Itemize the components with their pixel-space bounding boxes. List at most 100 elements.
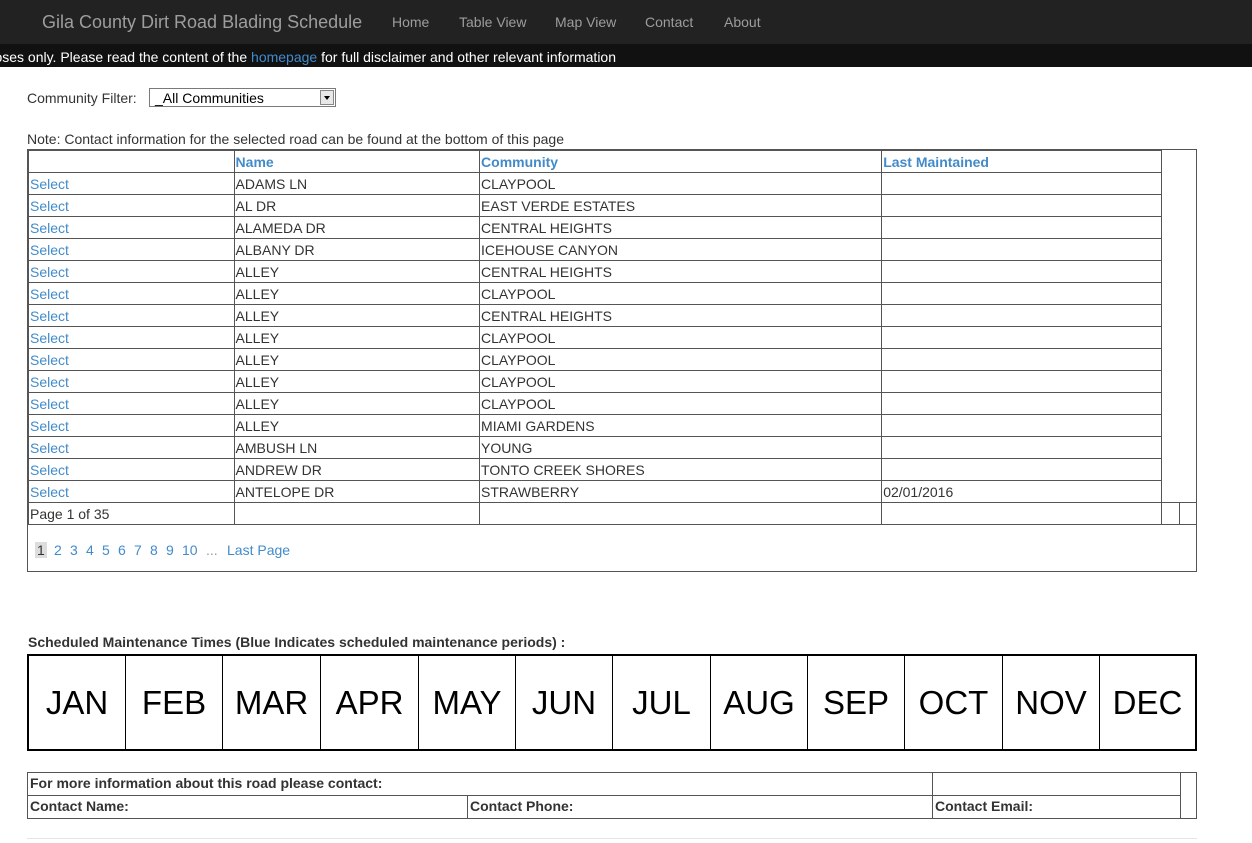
select-link-cell: Select xyxy=(28,370,235,393)
pager-page-5[interactable]: 5 xyxy=(102,542,110,558)
road-community-cell: CLAYPOOL xyxy=(479,392,883,415)
road-name: ALLEY xyxy=(235,417,280,434)
road-community-cell: CENTRAL HEIGHTS xyxy=(479,260,883,283)
select-link[interactable]: Select xyxy=(30,330,69,346)
row-spacer xyxy=(1160,260,1180,283)
select-link[interactable]: Select xyxy=(30,242,69,258)
row-spacer xyxy=(1160,392,1180,415)
header-community[interactable]: Community xyxy=(479,150,883,173)
select-link-cell: Select xyxy=(28,392,235,415)
road-name: ALLEY xyxy=(235,285,280,302)
nav-link-table-view[interactable]: Table View xyxy=(459,14,526,30)
pager-page-2[interactable]: 2 xyxy=(54,542,62,558)
road-name: ANTELOPE DR xyxy=(235,483,335,500)
road-community-cell: CLAYPOOL xyxy=(479,172,883,195)
select-link-cell: Select xyxy=(28,348,235,371)
road-name: ALLEY xyxy=(235,263,280,280)
nav-link-contact[interactable]: Contact xyxy=(645,14,693,30)
road-last-maintained-cell xyxy=(881,326,1162,349)
select-link[interactable]: Select xyxy=(30,286,69,302)
select-link[interactable]: Select xyxy=(30,462,69,478)
road-last-maintained-cell xyxy=(881,238,1162,261)
road-community-cell: CENTRAL HEIGHTS xyxy=(479,304,883,327)
community-filter-select[interactable]: _All Communities xyxy=(149,88,336,107)
month-nov: NOV xyxy=(1003,656,1100,749)
contact-email-label: Contact Email: xyxy=(932,795,1181,819)
roads-grid: Name Community Last Maintained Select ADA… xyxy=(27,149,1197,572)
road-name-cell: ALLEY xyxy=(233,370,481,393)
month-mar: MAR xyxy=(223,656,321,749)
road-name: ALAMEDA DR xyxy=(235,219,326,236)
navbar-brand[interactable]: Gila County Dirt Road Blading Schedule xyxy=(42,12,362,33)
road-community: ICEHOUSE CANYON xyxy=(481,241,618,258)
pager-page-10[interactable]: 10 xyxy=(182,542,198,558)
table-row: Select ANTELOPE DR STRAWBERRY 02/01/2016 xyxy=(28,480,1197,503)
month-jul: JUL xyxy=(613,656,711,749)
select-link[interactable]: Select xyxy=(30,176,69,192)
nav-link-home[interactable]: Home xyxy=(392,14,429,30)
road-community: CLAYPOOL xyxy=(481,395,556,412)
row-spacer xyxy=(1179,393,1196,415)
pager-page-8[interactable]: 8 xyxy=(150,542,158,558)
road-name-cell: ALLEY xyxy=(233,348,481,371)
road-last-maintained-cell xyxy=(881,282,1162,305)
select-link[interactable]: Select xyxy=(30,396,69,412)
row-spacer xyxy=(1179,437,1196,459)
row-spacer xyxy=(1160,348,1180,371)
road-name: ALLEY xyxy=(235,373,280,390)
pager-page-4[interactable]: 4 xyxy=(86,542,94,558)
select-link[interactable]: Select xyxy=(30,440,69,456)
select-link[interactable]: Select xyxy=(30,308,69,324)
road-community-cell: STRAWBERRY xyxy=(479,480,883,503)
select-link[interactable]: Select xyxy=(30,418,69,434)
road-name: ALLEY xyxy=(235,351,280,368)
road-community: CLAYPOOL xyxy=(481,285,556,302)
disclaimer-text-before: rposes only. Please read the content of … xyxy=(0,49,252,65)
community-filter-label: Community Filter: xyxy=(27,90,137,106)
row-spacer xyxy=(1179,195,1196,217)
nav-link-about[interactable]: About xyxy=(724,14,761,30)
select-link[interactable]: Select xyxy=(30,352,69,368)
pager-current-page: 1 xyxy=(35,542,47,558)
select-link[interactable]: Select xyxy=(30,264,69,280)
road-community-cell: CLAYPOOL xyxy=(479,348,883,371)
header-spacer xyxy=(1179,151,1196,173)
month-jan: JAN xyxy=(29,656,126,749)
nav-link-map-view[interactable]: Map View xyxy=(555,14,616,30)
road-name: AL DR xyxy=(235,197,277,214)
disclaimer-text-after: for full disclaimer and other relevant i… xyxy=(317,49,617,65)
pager-page-7[interactable]: 7 xyxy=(134,542,142,558)
select-link[interactable]: Select xyxy=(30,374,69,390)
pager-last-page[interactable]: Last Page xyxy=(227,542,290,558)
chevron-down-icon[interactable] xyxy=(320,90,334,105)
roads-table: Name Community Last Maintained Select ADA… xyxy=(28,150,1196,525)
road-name: ALLEY xyxy=(235,395,280,412)
table-row: Select ALLEY CENTRAL HEIGHTS xyxy=(28,260,1197,283)
header-last-maintained[interactable]: Last Maintained xyxy=(881,150,1162,173)
month-jun: JUN xyxy=(516,656,613,749)
road-name-cell: ALBANY DR xyxy=(233,238,481,261)
select-link[interactable]: Select xyxy=(30,220,69,236)
pager-page-9[interactable]: 9 xyxy=(166,542,174,558)
contact-name-label: Contact Name: xyxy=(28,795,468,819)
header-name[interactable]: Name xyxy=(233,150,481,173)
homepage-link[interactable]: homepage xyxy=(251,49,317,65)
row-spacer xyxy=(1160,458,1180,481)
page-info-empty-cell xyxy=(1160,502,1180,525)
select-link[interactable]: Select xyxy=(30,198,69,214)
pager-page-3[interactable]: 3 xyxy=(70,542,78,558)
road-community: EAST VERDE ESTATES xyxy=(481,197,636,214)
select-link-cell: Select xyxy=(28,326,235,349)
road-community: CENTRAL HEIGHTS xyxy=(481,307,612,324)
select-link[interactable]: Select xyxy=(30,484,69,500)
pager-page-6[interactable]: 6 xyxy=(118,542,126,558)
row-spacer xyxy=(1160,238,1180,261)
road-name-cell: ANTELOPE DR xyxy=(233,480,481,503)
table-row: Select ALLEY CENTRAL HEIGHTS xyxy=(28,304,1197,327)
row-spacer xyxy=(1160,326,1180,349)
row-spacer xyxy=(1160,436,1180,459)
row-spacer xyxy=(1160,194,1180,217)
month-apr: APR xyxy=(321,656,419,749)
table-row: Select ALLEY CLAYPOOL xyxy=(28,326,1197,349)
table-row: Select ALLEY CLAYPOOL xyxy=(28,282,1197,305)
